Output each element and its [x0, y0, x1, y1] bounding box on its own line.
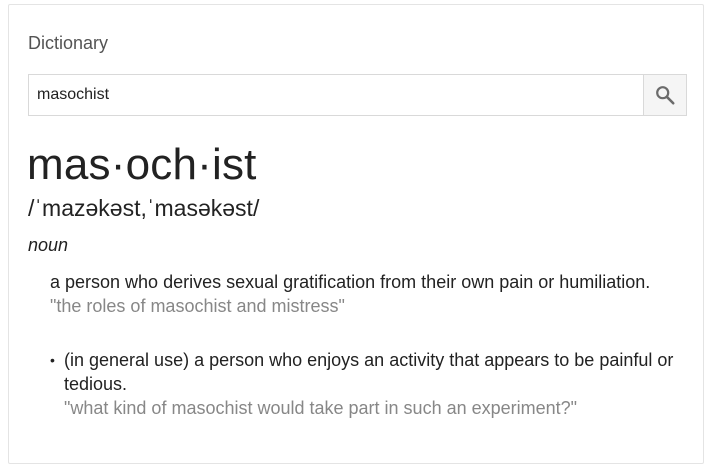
bullet-icon: • [50, 352, 55, 368]
definition-text: a person who derives sexual gratificatio… [50, 272, 651, 292]
definition-subsense: • (in general use) a person who enjoys a… [50, 348, 680, 420]
search-icon [656, 86, 675, 105]
part-of-speech: noun [28, 235, 69, 255]
phonetic-spelling: /ˈmazəkəst,ˈmasəkəst/ [28, 195, 260, 221]
subsense-definition-text: (in general use) a person who enjoys an … [64, 350, 674, 394]
search-input[interactable] [28, 74, 643, 116]
definition-sense: a person who derives sexual gratificatio… [50, 270, 670, 318]
headword: mas·och·ist [27, 140, 257, 189]
search-button[interactable] [643, 74, 687, 116]
subsense-example-text: "what kind of masochist would take part … [64, 398, 578, 418]
dictionary-card: Dictionary mas·och·ist /ˈmazəkəst,ˈmasək… [8, 4, 704, 464]
card-title: Dictionary [28, 33, 109, 53]
search-bar [28, 74, 687, 116]
example-text: "the roles of masochist and mistress" [50, 296, 345, 316]
